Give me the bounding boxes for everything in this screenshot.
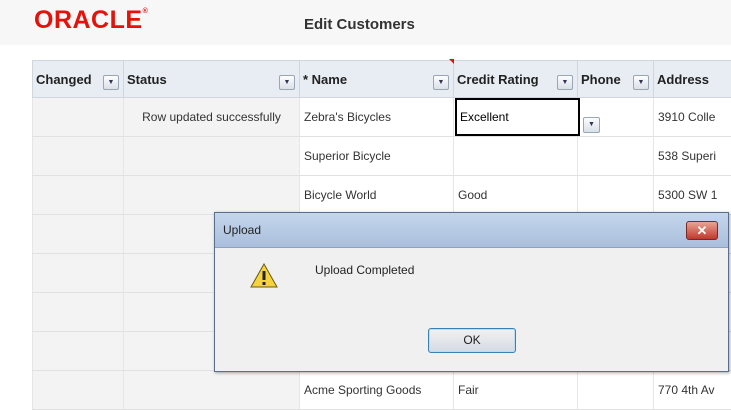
phone-cell[interactable] [578, 176, 654, 215]
page-title: Edit Customers [304, 16, 415, 33]
column-header-phone[interactable]: Phone▼ [578, 61, 654, 98]
credit-rating-cell[interactable] [454, 137, 578, 176]
credit-rating-cell[interactable]: Fair [454, 371, 578, 410]
column-header-status[interactable]: Status▼ [124, 61, 300, 98]
phone-cell[interactable] [578, 137, 654, 176]
filter-dropdown-icon[interactable]: ▼ [557, 75, 573, 90]
status-cell [124, 137, 300, 176]
address-cell[interactable]: 3910 Colle [654, 98, 731, 137]
app-header: ORACLE® Edit Customers [0, 0, 731, 46]
address-cell[interactable]: 538 Superi [654, 137, 731, 176]
filter-dropdown-icon[interactable]: ▼ [433, 75, 449, 90]
oracle-logo: ORACLE® [34, 6, 148, 35]
table-row[interactable]: Row updated successfully Zebra's Bicycle… [33, 98, 731, 137]
table-row[interactable]: Acme Sporting Goods Fair 770 4th Av [33, 371, 731, 410]
column-header-name[interactable]: * Name▼ [300, 61, 454, 98]
changed-cell [33, 332, 124, 371]
address-cell[interactable]: 770 4th Av [654, 371, 731, 410]
name-cell[interactable]: Superior Bicycle [300, 137, 454, 176]
name-cell[interactable]: Acme Sporting Goods [300, 371, 454, 410]
column-header-changed[interactable]: Changed▼ [33, 61, 124, 98]
credit-rating-cell[interactable]: Good [454, 176, 578, 215]
dialog-body: Upload Completed OK [215, 248, 728, 371]
warning-icon [250, 263, 278, 288]
changed-cell [33, 293, 124, 332]
filter-dropdown-icon[interactable]: ▼ [103, 75, 119, 90]
address-cell[interactable]: 5300 SW 1 [654, 176, 731, 215]
required-field-marker [449, 59, 454, 64]
status-cell [124, 176, 300, 215]
credit-rating-dropdown-icon[interactable]: ▼ [583, 117, 600, 133]
filter-dropdown-icon[interactable]: ▼ [633, 75, 649, 90]
dialog-message: Upload Completed [315, 263, 414, 277]
filter-dropdown-icon[interactable]: ▼ [279, 75, 295, 90]
credit-rating-editor[interactable]: Excellent [455, 98, 580, 136]
changed-cell [33, 371, 124, 410]
close-icon[interactable]: ✕ [686, 221, 718, 240]
dialog-title: Upload [223, 223, 261, 237]
status-cell [124, 371, 300, 410]
phone-cell[interactable] [578, 371, 654, 410]
column-header-address[interactable]: Address [654, 61, 731, 98]
name-cell[interactable]: Zebra's Bicycles [300, 98, 454, 137]
dialog-title-bar[interactable]: Upload ✕ [215, 213, 728, 248]
upload-dialog: Upload ✕ Upload Completed OK [214, 212, 729, 372]
changed-cell [33, 215, 124, 254]
changed-cell [33, 98, 124, 137]
status-cell: Row updated successfully [124, 98, 300, 137]
changed-cell [33, 137, 124, 176]
changed-cell [33, 254, 124, 293]
name-cell[interactable]: Bicycle World [300, 176, 454, 215]
changed-cell [33, 176, 124, 215]
column-header-credit-rating[interactable]: Credit Rating▼ [454, 61, 578, 98]
table-row[interactable]: Superior Bicycle 538 Superi [33, 137, 731, 176]
table-row[interactable]: Bicycle World Good 5300 SW 1 [33, 176, 731, 215]
ok-button[interactable]: OK [428, 328, 516, 353]
